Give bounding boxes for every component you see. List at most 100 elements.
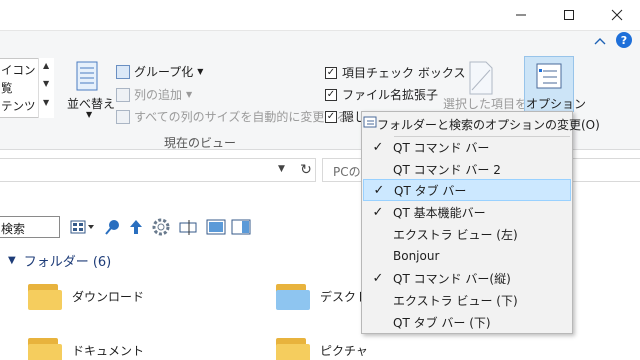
folder-item[interactable]: ピクチャ: [276, 336, 368, 360]
address-bar[interactable]: [0, 158, 316, 182]
menu-item-qt-tab-bar-bottom[interactable]: QT タブ バー (下): [363, 311, 571, 333]
menu-item-bonjour[interactable]: Bonjour: [363, 245, 571, 267]
settings-button[interactable]: [150, 218, 172, 236]
maximize-icon: [564, 10, 574, 20]
menu-item-label: フォルダーと検索のオプションの変更(O): [377, 117, 600, 132]
chevron-down-icon: ▼: [8, 255, 16, 266]
desktop-folder-icon: [276, 282, 310, 310]
view-grid-icon: [70, 220, 94, 234]
pictures-folder-icon: [276, 336, 310, 360]
qt-search-label: 検索: [1, 222, 26, 236]
layout-item[interactable]: テンツ: [1, 98, 36, 114]
layout-item[interactable]: イコン: [1, 62, 36, 78]
folder-label: ドキュメント: [72, 343, 145, 358]
folder-item[interactable]: ダウンロード: [28, 282, 144, 310]
dropdown-icon: ▼: [197, 67, 204, 76]
downloads-folder-icon: [28, 282, 62, 310]
current-view-group-label: 現在のビュー: [164, 136, 237, 150]
pin-icon: [105, 220, 119, 235]
title-bar: [0, 0, 640, 30]
options-icon: [536, 63, 562, 89]
check-icon: ✓: [373, 182, 385, 198]
view-mode-button[interactable]: [68, 218, 98, 236]
help-button[interactable]: ?: [616, 32, 632, 48]
qt-search-input[interactable]: 検索: [0, 216, 60, 238]
checkbox[interactable]: ✓: [325, 110, 337, 123]
size-columns-button[interactable]: すべての列のサイズを自動的に変更する: [116, 108, 348, 125]
rename-icon: [179, 220, 197, 235]
hide-selected-icon: [469, 61, 493, 95]
size-columns-label: すべての列のサイズを自動的に変更する: [134, 110, 349, 124]
file-extensions-label: ファイル名拡張子: [342, 88, 439, 102]
chevron-down-icon: ▼: [278, 164, 285, 174]
check-icon: ✓: [372, 204, 384, 220]
add-columns-icon: [116, 87, 130, 102]
address-history-dropdown[interactable]: ▼: [278, 164, 292, 176]
refresh-icon: ↻: [300, 162, 312, 178]
menu-item-qt-tab-bar[interactable]: ✓ QT タブ バー: [363, 179, 571, 201]
details-pane-icon: [231, 219, 251, 235]
close-icon: [611, 9, 623, 21]
folder-options-icon: [363, 116, 377, 132]
layout-item[interactable]: 覧: [1, 80, 13, 96]
menu-item-label: QT タブ バー: [394, 183, 467, 198]
menu-item-label: QT コマンド バー: [393, 140, 490, 155]
menu-item-extra-view-bottom[interactable]: エクストラ ビュー (下): [363, 289, 571, 311]
ribbon-collapse-button[interactable]: [594, 34, 606, 48]
minimize-icon: [516, 14, 526, 16]
menu-item-label: Bonjour: [393, 249, 440, 263]
gallery-expand-icon[interactable]: ▼: [43, 98, 49, 107]
menu-item-label: QT 基本機能バー: [393, 205, 486, 220]
scroll-down-icon[interactable]: ▼: [43, 79, 49, 88]
gear-icon: [152, 218, 170, 236]
preview-pane-icon: [206, 219, 226, 235]
menu-item-label: QT コマンド バー(縦): [393, 271, 511, 286]
menu-item-label: エクストラ ビュー (下): [393, 293, 518, 308]
scroll-up-icon[interactable]: ▲: [43, 61, 49, 70]
help-icon: ?: [620, 33, 628, 47]
menu-item-qt-command-bar-2[interactable]: QT コマンド バー 2: [363, 158, 571, 180]
pin-button[interactable]: [102, 218, 122, 236]
check-icon: ✓: [372, 139, 384, 155]
minimize-button[interactable]: [498, 0, 544, 30]
menu-item-label: QT タブ バー (下): [393, 315, 491, 330]
group-by-button[interactable]: グループ化 ▼: [116, 63, 203, 80]
menu-item-label: エクストラ ビュー (左): [393, 227, 518, 242]
folder-item[interactable]: ドキュメント: [28, 336, 144, 360]
preview-pane-button[interactable]: [205, 218, 227, 236]
menu-item-extra-view-left[interactable]: エクストラ ビュー (左): [363, 223, 571, 245]
dropdown-icon: ▼: [186, 90, 193, 99]
check-icon: ✓: [372, 270, 384, 286]
menu-item-qt-command-bar-vertical[interactable]: ✓ QT コマンド バー(縦): [363, 267, 571, 289]
folder-label: ピクチャ: [320, 343, 368, 358]
maximize-button[interactable]: [546, 0, 592, 30]
folders-group-header[interactable]: ▼ フォルダー (6): [8, 251, 111, 270]
up-button[interactable]: [126, 218, 146, 236]
close-button[interactable]: [594, 0, 640, 30]
checkbox[interactable]: ✓: [325, 66, 337, 79]
menu-item-qt-command-bar[interactable]: ✓ QT コマンド バー: [363, 136, 571, 158]
sort-icon: [76, 61, 98, 91]
item-checkboxes-toggle[interactable]: ✓ 項目チェック ボックス: [325, 64, 465, 81]
menu-item-folder-options[interactable]: フォルダーと検索のオプションの変更(O): [363, 113, 600, 135]
folder-label: ダウンロード: [72, 289, 145, 304]
chevron-up-icon: [594, 38, 606, 45]
size-columns-icon: [116, 109, 130, 124]
arrow-up-icon: [130, 220, 142, 234]
add-columns-label: 列の追加: [134, 88, 183, 102]
rename-button[interactable]: [178, 218, 200, 236]
layout-gallery-scroll[interactable]: ▲ ▼ ▼: [38, 58, 54, 118]
group-by-label: グループ化: [134, 65, 194, 79]
checkbox[interactable]: ✓: [325, 88, 337, 101]
menu-item-label: QT コマンド バー 2: [393, 162, 501, 177]
options-label: オプション: [526, 97, 587, 111]
details-pane-button[interactable]: [230, 218, 252, 236]
menu-item-qt-basic-bar[interactable]: ✓ QT 基本機能バー: [363, 201, 571, 223]
sort-dropdown-icon: ▼: [86, 110, 93, 119]
group-by-icon: [116, 64, 130, 79]
documents-folder-icon: [28, 336, 62, 360]
add-columns-button[interactable]: 列の追加 ▼: [116, 86, 192, 103]
refresh-button[interactable]: ↻: [296, 159, 316, 181]
file-extensions-toggle[interactable]: ✓ ファイル名拡張子: [325, 86, 438, 103]
hidden-items-toggle[interactable]: ✓ 隠し: [325, 108, 366, 125]
